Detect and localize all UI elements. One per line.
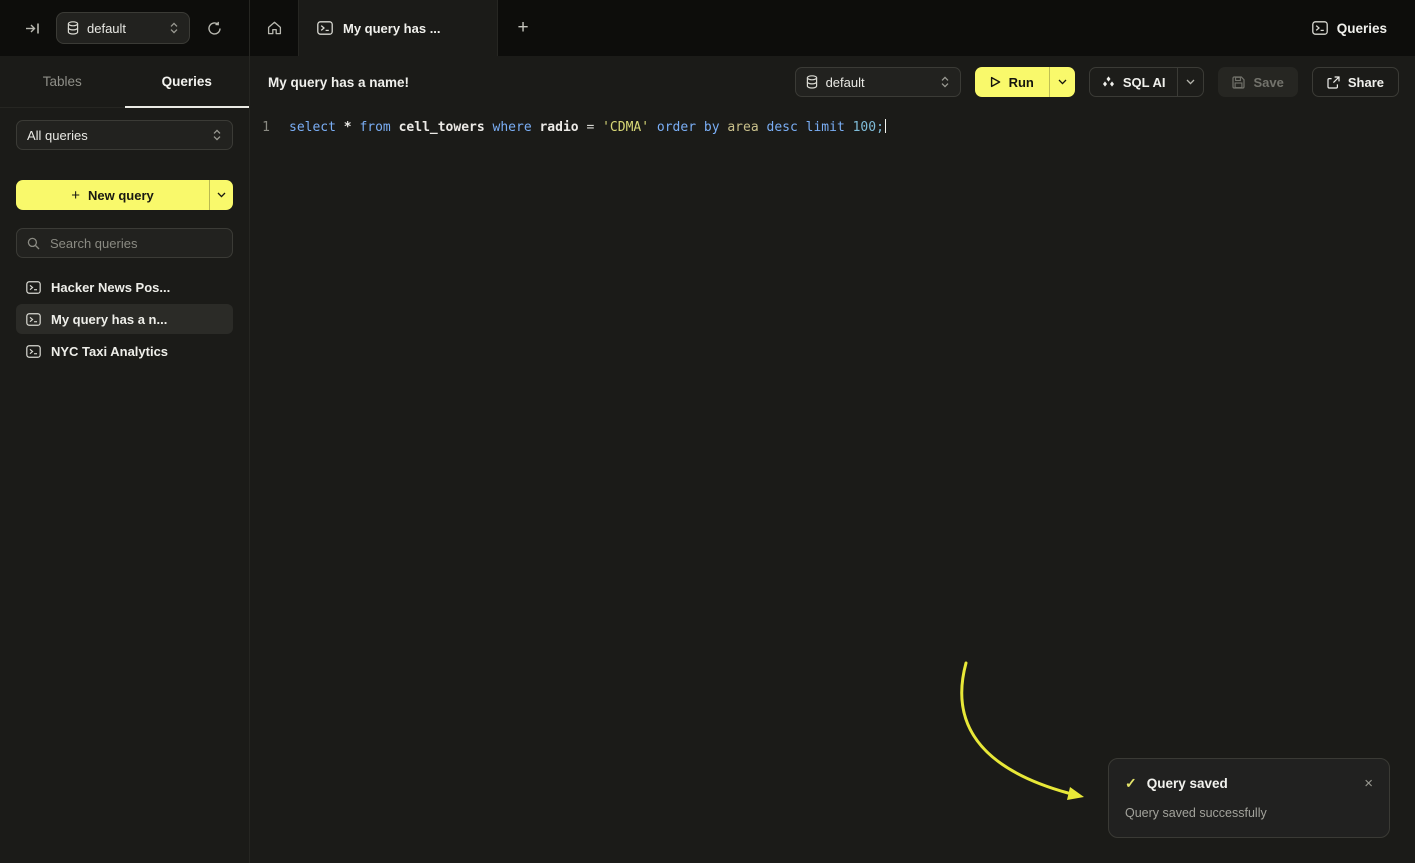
query-search (16, 228, 233, 258)
play-icon (990, 76, 1001, 88)
sidebar-body: All queries + New query (0, 108, 249, 380)
save-label: Save (1253, 75, 1283, 90)
query-icon (317, 21, 333, 35)
tab-active-query[interactable]: My query has ... (298, 0, 498, 56)
page-title: My query has a name! (268, 75, 409, 90)
query-icon (26, 345, 41, 358)
sql-ai-button[interactable]: SQL AI (1090, 68, 1178, 96)
sidebar: Tables Queries All queries + New query (0, 56, 250, 863)
query-item-label: My query has a n... (51, 312, 167, 327)
query-list: Hacker News Pos... My query has a n... N… (16, 272, 233, 366)
line-number: 1 (250, 118, 280, 138)
sidebar-tabs: Tables Queries (0, 56, 249, 108)
query-icon (26, 313, 41, 326)
save-button[interactable]: Save (1218, 67, 1297, 97)
toast-notification: ✓ Query saved × Query saved successfully (1108, 758, 1390, 838)
query-item-label: Hacker News Pos... (51, 280, 170, 295)
database-icon (67, 21, 79, 35)
run-button[interactable]: Run (975, 67, 1049, 97)
editor-header: My query has a name! default (250, 56, 1415, 108)
query-list-item[interactable]: My query has a n... (16, 304, 233, 334)
sql-ai-label: SQL AI (1123, 75, 1166, 90)
tab-label: My query has ... (343, 21, 441, 36)
query-icon (1312, 21, 1328, 35)
sql-ai-split-button: SQL AI (1089, 67, 1205, 97)
text-cursor (885, 119, 887, 133)
toast-message: Query saved successfully (1125, 806, 1373, 820)
topbar: default My query has ... (0, 0, 1415, 56)
new-query-dropdown-button[interactable] (209, 180, 233, 210)
new-query-split-button: + New query (16, 180, 233, 210)
run-split-button: Run (975, 67, 1075, 97)
check-icon: ✓ (1125, 775, 1137, 792)
chevron-updown-icon (940, 76, 950, 88)
share-icon (1327, 76, 1340, 89)
save-icon (1232, 76, 1245, 89)
run-label: Run (1009, 75, 1034, 90)
query-filter-dropdown[interactable]: All queries (16, 120, 233, 150)
sql-ai-dropdown-button[interactable] (1177, 68, 1203, 96)
topbar-queries-button[interactable]: Queries (1312, 0, 1415, 56)
share-button[interactable]: Share (1312, 67, 1399, 97)
database-selector-topbar[interactable]: default (56, 12, 190, 44)
query-filter-value: All queries (27, 128, 88, 143)
code-line: 1 select * from cell_towers where radio … (250, 118, 1415, 138)
run-dropdown-button[interactable] (1049, 67, 1075, 97)
home-icon (267, 21, 282, 35)
chevron-updown-icon (169, 22, 179, 34)
sidebar-tab-queries[interactable]: Queries (125, 56, 250, 107)
topbar-left: default (0, 0, 250, 56)
share-label: Share (1348, 75, 1384, 90)
new-query-button[interactable]: + New query (16, 180, 209, 210)
toast-close-icon[interactable]: × (1364, 776, 1373, 791)
sidebar-tab-tables[interactable]: Tables (0, 56, 125, 107)
new-query-label: New query (88, 188, 154, 203)
query-icon (26, 281, 41, 294)
query-list-item[interactable]: Hacker News Pos... (16, 272, 233, 302)
app-root: default My query has ... (0, 0, 1415, 863)
plus-icon: + (71, 187, 80, 204)
database-selector-editor[interactable]: default (795, 67, 961, 97)
sparkle-icon (1102, 76, 1115, 89)
editor-actions: default Run (795, 67, 1399, 97)
code-line-content: select * from cell_towers where radio = … (280, 118, 886, 138)
search-icon (27, 237, 40, 250)
database-icon (806, 75, 818, 89)
database-selector-value: default (826, 75, 865, 90)
toast-title: Query saved (1147, 776, 1228, 791)
main-panel: My query has a name! default (250, 56, 1415, 863)
query-list-item[interactable]: NYC Taxi Analytics (16, 336, 233, 366)
database-selector-value: default (87, 21, 126, 36)
query-item-label: NYC Taxi Analytics (51, 344, 168, 359)
collapse-sidebar-icon[interactable] (20, 16, 44, 40)
tab-home[interactable] (250, 0, 298, 56)
new-tab-button[interactable]: + (498, 0, 548, 56)
topbar-queries-label: Queries (1337, 21, 1387, 36)
search-queries-input[interactable] (48, 235, 222, 252)
toast-header: ✓ Query saved × (1125, 775, 1373, 792)
refresh-icon[interactable] (202, 16, 226, 40)
chevron-updown-icon (212, 129, 222, 141)
sql-editor[interactable]: 1 select * from cell_towers where radio … (250, 108, 1415, 138)
tab-bar: My query has ... + (250, 0, 1312, 56)
